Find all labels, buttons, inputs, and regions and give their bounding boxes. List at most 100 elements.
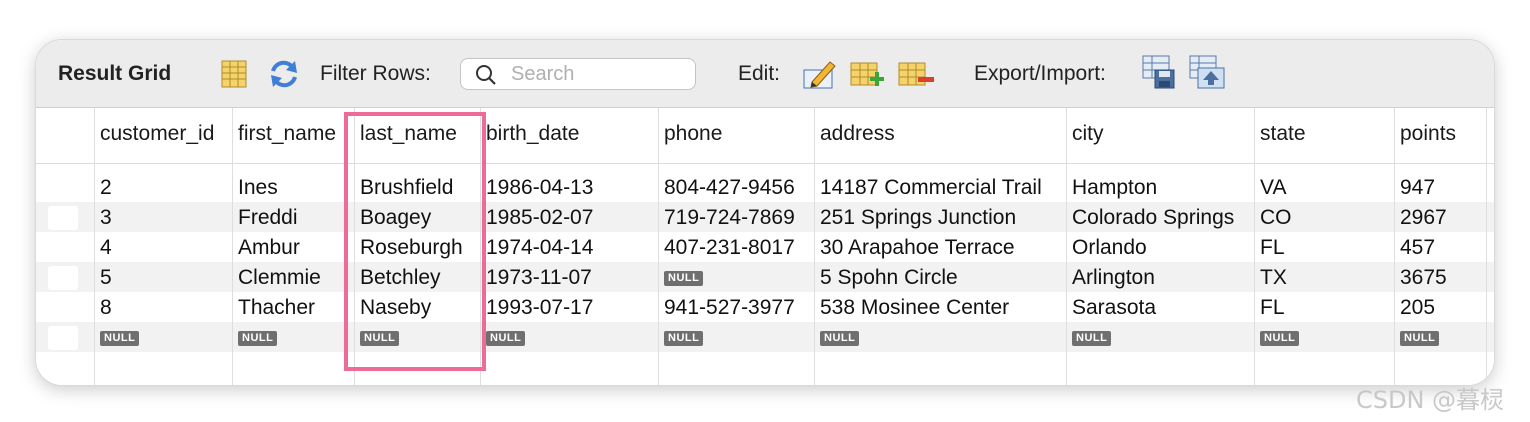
table-cell-first-name[interactable]: Freddi xyxy=(238,205,348,231)
table-cell-city[interactable]: Sarasota xyxy=(1072,295,1248,321)
table-cell-phone[interactable]: NULL xyxy=(664,325,808,351)
table-cell-state[interactable]: NULL xyxy=(1260,325,1388,351)
table-cell-first-name[interactable]: Ines xyxy=(238,175,348,201)
column-separator[interactable] xyxy=(232,108,233,385)
column-header-phone[interactable]: phone xyxy=(664,122,808,150)
column-header-birth-date[interactable]: birth_date xyxy=(486,122,652,150)
table-cell-city[interactable]: Hampton xyxy=(1072,175,1248,201)
table-cell-city[interactable]: Arlington xyxy=(1072,265,1248,291)
row-selector[interactable] xyxy=(48,206,78,230)
table-cell-first-name[interactable]: Clemmie xyxy=(238,265,348,291)
null-badge: NULL xyxy=(664,270,704,286)
table-cell-phone[interactable]: 941-527-3977 xyxy=(664,295,808,321)
table-cell-first-name[interactable]: NULL xyxy=(238,325,348,351)
column-header-address[interactable]: address xyxy=(820,122,1060,150)
table-cell-first-name[interactable]: Thacher xyxy=(238,295,348,321)
filter-rows-search[interactable] xyxy=(460,58,696,90)
grid-toggle-icon[interactable] xyxy=(220,60,248,93)
table-cell-phone[interactable]: NULL xyxy=(664,265,808,291)
row-selector[interactable] xyxy=(48,266,78,290)
table-cell-birth-date[interactable]: 1985-02-07 xyxy=(486,205,652,231)
result-table: customer_id first_name last_name birth_date… xyxy=(36,108,1494,385)
table-cell-points[interactable]: 3675 xyxy=(1400,265,1482,291)
table-cell-last-name[interactable]: Boagey xyxy=(360,205,474,231)
null-badge: NULL xyxy=(1260,330,1300,346)
column-separator[interactable] xyxy=(1394,108,1395,385)
result-grid-title: Result Grid xyxy=(58,61,172,85)
table-cell-address[interactable]: NULL xyxy=(820,325,1060,351)
column-separator[interactable] xyxy=(814,108,815,385)
table-cell-customer-id[interactable]: NULL xyxy=(100,325,226,351)
table-cell-phone[interactable]: 804-427-9456 xyxy=(664,175,808,201)
column-separator[interactable] xyxy=(658,108,659,385)
search-icon xyxy=(475,64,497,91)
table-cell-points[interactable]: 205 xyxy=(1400,295,1482,321)
table-cell-city[interactable]: Orlando xyxy=(1072,235,1248,261)
table-row[interactable]: 4 Ambur Roseburgh 1974-04-14 407-231-8017 30 … xyxy=(36,232,1494,262)
table-row[interactable]: 5 Clemmie Betchley 1973-11-07 NULL 5 Spohn Ci… xyxy=(36,262,1494,292)
table-row[interactable]: 8 Thacher Naseby 1993-07-17 941-527-3977 538 … xyxy=(36,292,1494,322)
table-cell-last-name[interactable]: Brushfield xyxy=(360,175,474,201)
table-cell-address[interactable]: 538 Mosinee Center xyxy=(820,295,1060,321)
column-separator[interactable] xyxy=(1066,108,1067,385)
table-cell-last-name[interactable]: Naseby xyxy=(360,295,474,321)
table-cell-city[interactable]: NULL xyxy=(1072,325,1248,351)
column-header-state[interactable]: state xyxy=(1260,122,1388,150)
toolbar: Result Grid Filter Rows: Search Edit: Ex… xyxy=(36,40,1494,108)
table-row[interactable]: 3 Freddi Boagey 1985-02-07 719-724-7869 251 S… xyxy=(36,202,1494,232)
table-cell-state[interactable]: CO xyxy=(1260,205,1388,231)
table-cell-address[interactable]: 251 Springs Junction xyxy=(820,205,1060,231)
row-selector[interactable] xyxy=(48,326,78,350)
table-cell-customer-id[interactable]: 3 xyxy=(100,205,226,231)
column-header-customer-id[interactable]: customer_id xyxy=(100,122,226,150)
table-cell-customer-id[interactable]: 2 xyxy=(100,175,226,201)
column-header-points[interactable]: points xyxy=(1400,122,1482,150)
table-cell-birth-date[interactable]: 1974-04-14 xyxy=(486,235,652,261)
refresh-icon[interactable] xyxy=(268,59,300,94)
table-cell-birth-date[interactable]: 1993-07-17 xyxy=(486,295,652,321)
add-row-icon[interactable] xyxy=(850,60,886,93)
edit-label: Edit: xyxy=(738,61,781,85)
table-cell-last-name[interactable]: Betchley xyxy=(360,265,474,291)
null-badge: NULL xyxy=(100,330,140,346)
table-cell-city[interactable]: Colorado Springs xyxy=(1072,205,1248,231)
column-separator[interactable] xyxy=(1486,108,1487,385)
table-cell-state[interactable]: FL xyxy=(1260,295,1388,321)
table-cell-birth-date[interactable]: 1986-04-13 xyxy=(486,175,652,201)
table-cell-points[interactable]: 457 xyxy=(1400,235,1482,261)
edit-pencil-icon[interactable] xyxy=(802,58,838,95)
table-cell-state[interactable]: TX xyxy=(1260,265,1388,291)
table-cell-points[interactable]: 947 xyxy=(1400,175,1482,201)
search-input[interactable] xyxy=(511,61,687,87)
column-separator[interactable] xyxy=(354,108,355,385)
export-icon[interactable] xyxy=(1141,54,1177,95)
column-header-last-name[interactable]: last_name xyxy=(360,122,474,150)
table-cell-state[interactable]: FL xyxy=(1260,235,1388,261)
table-cell-phone[interactable]: 719-724-7869 xyxy=(664,205,808,231)
table-cell-last-name[interactable]: NULL xyxy=(360,325,474,351)
table-cell-phone[interactable]: 407-231-8017 xyxy=(664,235,808,261)
column-separator[interactable] xyxy=(1254,108,1255,385)
table-row[interactable]: 2 Ines Brushfield 1986-04-13 804-427-9456 141… xyxy=(36,172,1494,202)
import-icon[interactable] xyxy=(1188,54,1226,95)
table-cell-customer-id[interactable]: 4 xyxy=(100,235,226,261)
table-cell-address[interactable]: 30 Arapahoe Terrace xyxy=(820,235,1060,261)
table-cell-customer-id[interactable]: 5 xyxy=(100,265,226,291)
column-header-city[interactable]: city xyxy=(1072,122,1248,150)
table-cell-birth-date[interactable]: NULL xyxy=(486,325,652,351)
table-cell-last-name[interactable]: Roseburgh xyxy=(360,235,474,261)
null-badge: NULL xyxy=(664,330,704,346)
table-cell-customer-id[interactable]: 8 xyxy=(100,295,226,321)
table-cell-birth-date[interactable]: 1973-11-07 xyxy=(486,265,652,291)
column-separator[interactable] xyxy=(94,108,95,385)
column-header-first-name[interactable]: first_name xyxy=(238,122,348,150)
table-cell-address[interactable]: 5 Spohn Circle xyxy=(820,265,1060,291)
table-cell-points[interactable]: 2967 xyxy=(1400,205,1482,231)
table-row[interactable]: NULL NULL NULL NULL NULL NULL NULL NULL NULL xyxy=(36,322,1494,352)
table-cell-address[interactable]: 14187 Commercial Trail xyxy=(820,175,1060,201)
delete-row-icon[interactable] xyxy=(898,60,936,93)
table-cell-points[interactable]: NULL xyxy=(1400,325,1482,351)
table-cell-state[interactable]: VA xyxy=(1260,175,1388,201)
column-separator[interactable] xyxy=(480,108,481,385)
table-cell-first-name[interactable]: Ambur xyxy=(238,235,348,261)
